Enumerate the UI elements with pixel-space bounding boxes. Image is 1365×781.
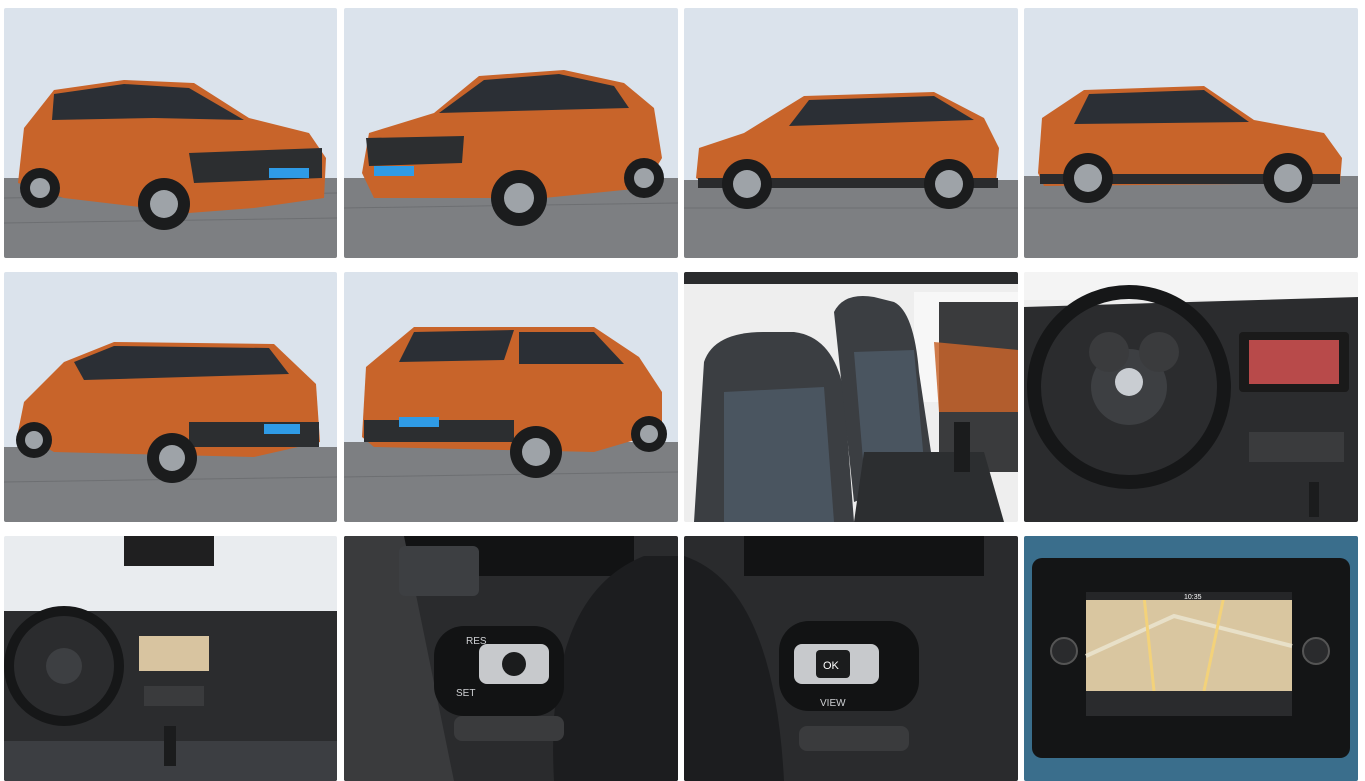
photo-steering-dashboard[interactable] [1024, 272, 1358, 522]
photo-right-side[interactable] [1024, 8, 1358, 258]
photo-wheel-left-controls[interactable]: RES SET [344, 536, 678, 781]
res-label: RES [466, 636, 487, 647]
set-label: SET [456, 688, 475, 699]
photo-front-left[interactable] [4, 8, 337, 258]
nav-time: 10:35 [1184, 594, 1202, 601]
photo-front-seats[interactable] [684, 272, 1018, 522]
photo-wheel-right-controls[interactable]: OK VIEW [684, 536, 1018, 781]
photo-gallery: RES SET OK VIEW 10:35 [0, 0, 1365, 781]
photo-rear-right[interactable] [344, 272, 678, 522]
photo-front-right[interactable] [344, 8, 678, 258]
photo-rear-left[interactable] [4, 272, 337, 522]
view-label: VIEW [820, 698, 846, 709]
ok-label: OK [823, 660, 840, 672]
photo-left-side[interactable] [684, 8, 1018, 258]
photo-full-dashboard[interactable] [4, 536, 337, 781]
photo-navigation-display[interactable]: 10:35 [1024, 536, 1358, 781]
